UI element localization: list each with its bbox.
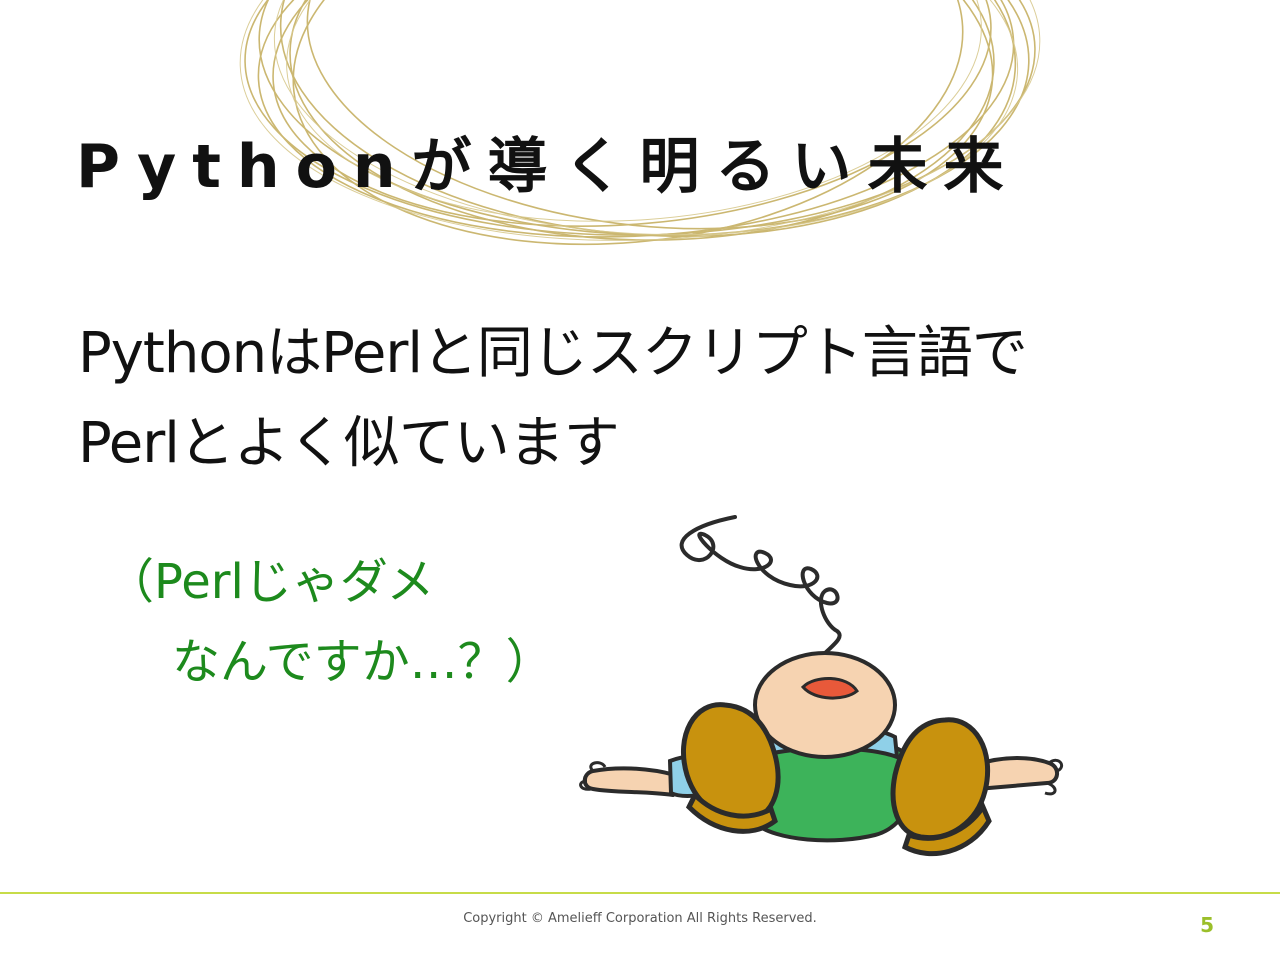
aside-line-2: なんですか…？） — [172, 634, 554, 690]
body-line-1: PythonはPerlと同じスクリプト言語で — [78, 321, 1028, 386]
fallen-man-illustration — [579, 515, 1063, 857]
slide-title: Pythonが導く明るい未来 — [76, 132, 1020, 202]
copyright-text: Copyright © Amelieff Corporation All Rig… — [463, 911, 817, 926]
footer-divider — [0, 892, 1280, 894]
dizzy-swirl-icon — [679, 515, 842, 657]
body-line-2: Perlとよく似ています — [78, 411, 620, 476]
page-number: 5 — [1200, 913, 1214, 937]
aside-line-1: （Perlじゃダメ — [106, 554, 435, 610]
